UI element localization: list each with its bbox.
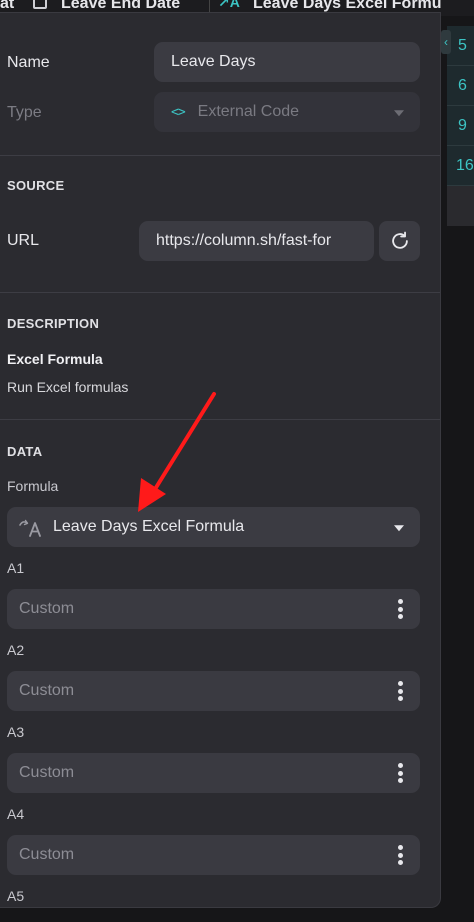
input-a4[interactable]: Custom [7,835,420,875]
input-label-a4: A4 [7,806,25,822]
more-options-icon[interactable] [398,845,404,865]
input-label-a5: A5 [7,888,25,904]
divider [0,419,440,420]
type-select-value: External Code [197,103,300,120]
url-input-value: https://column.sh/fast-for [156,232,332,249]
divider [0,155,440,156]
chevron-left-icon[interactable]: ‹ [441,30,451,54]
type-label: Type [7,104,42,121]
input-label-a3: A3 [7,724,25,740]
formula-select[interactable]: Leave Days Excel Formula [7,507,420,547]
formula-icon [19,517,45,537]
input-a2-value: Custom [19,682,75,699]
description-heading: Excel Formula [7,351,103,367]
source-section-title: SOURCE [7,178,65,193]
description-section-title: DESCRIPTION [7,316,100,331]
caret-down-icon [394,110,404,117]
more-options-icon[interactable] [398,599,404,619]
input-a1-value: Custom [19,600,75,617]
data-section-title: DATA [7,444,43,459]
name-input[interactable]: Leave Days [154,42,420,82]
grid-cell[interactable]: 6 [447,66,474,106]
grid-cell[interactable]: 16 [447,146,474,186]
url-label: URL [7,232,40,249]
caret-down-icon [394,525,404,532]
more-options-icon[interactable] [398,681,404,701]
name-label: Name [7,54,50,71]
type-select[interactable]: <> External Code [154,92,420,132]
url-input[interactable]: https://column.sh/fast-for [139,221,374,261]
formula-column-icon: ↗A [218,0,240,10]
code-brackets-icon: <> [171,104,186,120]
input-a4-value: Custom [19,846,75,863]
refresh-icon [391,231,408,249]
description-text: Run Excel formulas [7,379,129,395]
background-grid-column: 5 6 9 16 [447,26,474,226]
grid-cell[interactable]: 5 [447,26,474,66]
checkbox-column-icon [33,0,47,9]
input-a3[interactable]: Custom [7,753,420,793]
input-a1[interactable]: Custom [7,589,420,629]
input-a2[interactable]: Custom [7,671,420,711]
input-label-a1: A1 [7,560,25,576]
refresh-button[interactable] [379,221,420,261]
divider [0,292,440,293]
name-input-value: Leave Days [171,53,256,70]
grid-cell[interactable]: 9 [447,106,474,146]
formula-label: Formula [7,478,59,494]
screen: at Leave End Date ↗A Leave Days Excel Fo… [0,0,474,922]
formula-select-value: Leave Days Excel Formula [53,518,245,535]
more-options-icon[interactable] [398,763,404,783]
column-settings-panel: Name Leave Days Type <> External Code SO… [0,12,441,908]
grid-empty-cell [447,186,474,226]
input-a3-value: Custom [19,764,75,781]
input-label-a2: A2 [7,642,25,658]
